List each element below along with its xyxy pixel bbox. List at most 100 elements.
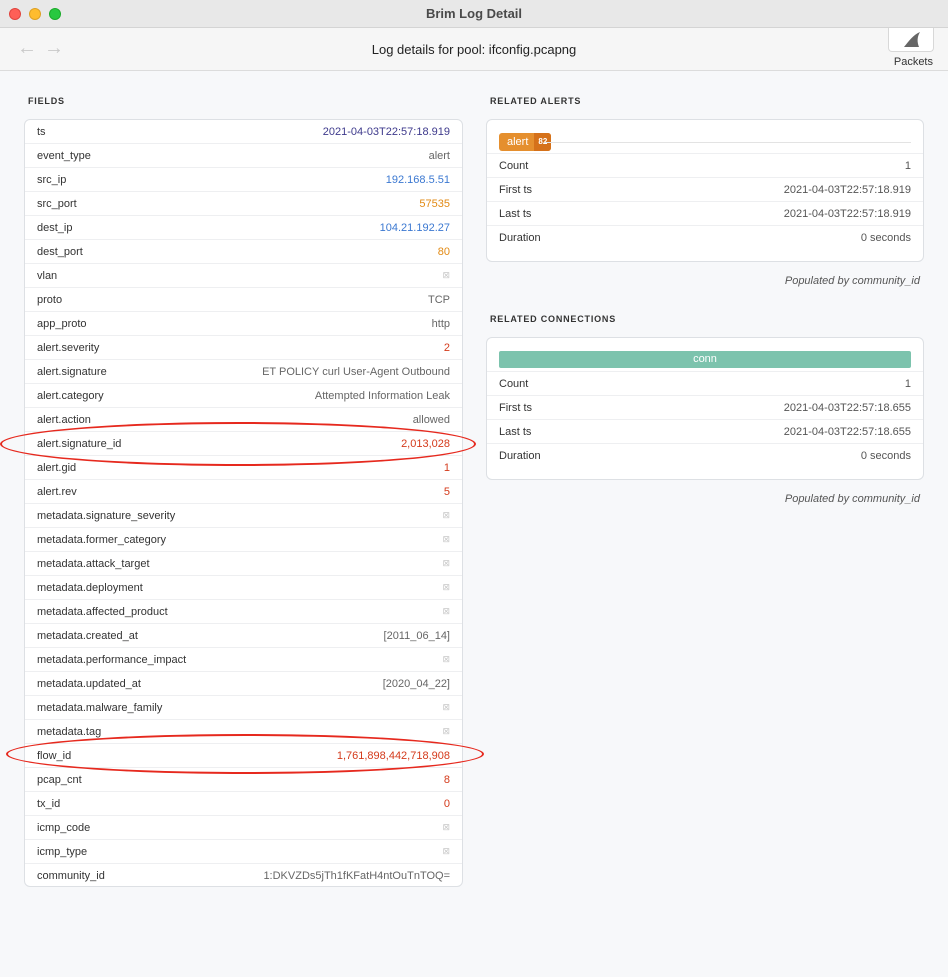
null-value-icon: ⊠ [442, 270, 450, 280]
field-name: metadata.malware_family [37, 701, 163, 714]
conn-stat-row: Last ts 2021-04-03T22:57:18.655 [487, 420, 923, 444]
field-name: metadata.created_at [37, 629, 138, 642]
field-name: metadata.updated_at [37, 677, 141, 690]
field-row-pcap-cnt[interactable]: pcap_cnt 8 [25, 768, 462, 792]
conn-tag-row: conn [487, 338, 923, 372]
field-row-alert-severity[interactable]: alert.severity 2 [25, 336, 462, 360]
field-name: alert.severity [37, 341, 100, 354]
alert-timeline-line [545, 142, 911, 143]
field-value: alert [428, 149, 450, 162]
null-value-icon: ⊠ [442, 702, 450, 712]
null-value-icon: ⊠ [442, 582, 450, 592]
field-value: 104.21.192.27 [379, 221, 450, 234]
field-value: 192.168.5.51 [385, 173, 450, 186]
field-row-alert-signature[interactable]: alert.signature ET POLICY curl User-Agent… [25, 360, 462, 384]
alerts-populated-note: Populated by community_id [784, 275, 920, 287]
alert-badge-label: alert [507, 136, 529, 148]
field-value: 1 [443, 461, 450, 474]
stat-value: 0 seconds [860, 232, 911, 244]
field-row-src-port[interactable]: src_port 57535 [25, 192, 462, 216]
conn-bar[interactable]: conn [499, 351, 911, 368]
stat-label: Duration [499, 450, 541, 462]
field-name: event_type [37, 149, 91, 162]
packets-label: Packets [893, 56, 933, 68]
field-row-app-proto[interactable]: app_proto http [25, 312, 462, 336]
stat-value: 0 seconds [860, 450, 911, 462]
alert-badge[interactable]: alert 82 [499, 133, 552, 151]
field-name: pcap_cnt [37, 773, 82, 786]
field-row-flow-id[interactable]: flow_id 1,761,898,442,718,908 [25, 744, 462, 768]
packets-button[interactable] [888, 28, 934, 52]
field-name: alert.action [37, 413, 91, 426]
field-name: metadata.tag [37, 725, 102, 738]
null-value-icon: ⊠ [442, 558, 450, 568]
field-name: app_proto [37, 317, 87, 330]
field-row-src-ip[interactable]: src_ip 192.168.5.51 [25, 168, 462, 192]
null-value-icon: ⊠ [442, 510, 450, 520]
field-value: [2011_06_14] [383, 629, 450, 642]
null-value-icon: ⊠ [442, 726, 450, 736]
window-title: Brim Log Detail [425, 6, 523, 21]
field-row-ts[interactable]: ts 2021-04-03T22:57:18.919 [25, 120, 462, 144]
field-row-dest-ip[interactable]: dest_ip 104.21.192.27 [25, 216, 462, 240]
field-row-metadata-tag[interactable]: metadata.tag ⊠ [25, 720, 462, 744]
field-row-vlan[interactable]: vlan ⊠ [25, 264, 462, 288]
field-value: Attempted Information Leak [314, 389, 450, 402]
field-row-alert-rev[interactable]: alert.rev 5 [25, 480, 462, 504]
field-row-community-id[interactable]: community_id 1:DKVZDs5jTh1fKFatH4ntOuTnTO… [25, 864, 462, 886]
stat-value: 2021-04-03T22:57:18.919 [783, 207, 911, 220]
field-row-metadata-deployment[interactable]: metadata.deployment ⊠ [25, 576, 462, 600]
field-value: [2020_04_22] [382, 677, 450, 690]
null-value-icon: ⊠ [442, 846, 450, 856]
field-name: alert.rev [37, 485, 77, 498]
window-titlebar: Brim Log Detail [0, 0, 948, 28]
field-value: ET POLICY curl User-Agent Outbound [262, 365, 450, 378]
field-row-metadata-created-at[interactable]: metadata.created_at [2011_06_14] [25, 624, 462, 648]
alert-stat-row: First ts 2021-04-03T22:57:18.919 [487, 178, 923, 202]
field-name: ts [37, 125, 46, 138]
fields-heading: FIELDS [28, 96, 65, 106]
field-row-metadata-malware-family[interactable]: metadata.malware_family ⊠ [25, 696, 462, 720]
field-row-metadata-performance-impact[interactable]: metadata.performance_impact ⊠ [25, 648, 462, 672]
field-row-metadata-affected-product[interactable]: metadata.affected_product ⊠ [25, 600, 462, 624]
field-name: alert.signature_id [37, 437, 122, 450]
field-value: 57535 [419, 197, 450, 210]
field-row-dest-port[interactable]: dest_port 80 [25, 240, 462, 264]
field-row-event-type[interactable]: event_type alert [25, 144, 462, 168]
field-value: 2,013,028 [401, 437, 450, 450]
field-name: proto [37, 293, 63, 306]
alert-tag-row: alert 82 [487, 120, 923, 154]
field-value: http [431, 317, 450, 330]
stat-label: First ts [499, 183, 532, 196]
conn-stat-row: Count 1 [487, 372, 923, 396]
stat-label: First ts [499, 401, 532, 414]
stat-value: 2021-04-03T22:57:18.655 [783, 401, 911, 414]
field-row-icmp-type[interactable]: icmp_type ⊠ [25, 840, 462, 864]
field-row-metadata-signature-severity[interactable]: metadata.signature_severity ⊠ [25, 504, 462, 528]
field-row-alert-action[interactable]: alert.action allowed [25, 408, 462, 432]
alert-stat-row: Duration 0 seconds [487, 226, 923, 250]
field-row-icmp-code[interactable]: icmp_code ⊠ [25, 816, 462, 840]
field-row-alert-category[interactable]: alert.category Attempted Information Leak [25, 384, 462, 408]
field-row-alert-gid[interactable]: alert.gid 1 [25, 456, 462, 480]
field-row-metadata-former-category[interactable]: metadata.former_category ⊠ [25, 528, 462, 552]
related-alerts-heading: RELATED ALERTS [490, 96, 582, 106]
field-row-tx-id[interactable]: tx_id 0 [25, 792, 462, 816]
field-row-metadata-updated-at[interactable]: metadata.updated_at [2020_04_22] [25, 672, 462, 696]
field-value: 2021-04-03T22:57:18.919 [322, 125, 450, 138]
field-row-metadata-attack-target[interactable]: metadata.attack_target ⊠ [25, 552, 462, 576]
field-name: dest_ip [37, 221, 73, 234]
field-name: flow_id [37, 749, 72, 762]
page-title: Log details for pool: ifconfig.pcapng [371, 42, 577, 57]
field-value: 80 [437, 245, 450, 258]
stat-value: 1 [904, 159, 911, 172]
alert-stat-row: Last ts 2021-04-03T22:57:18.919 [487, 202, 923, 226]
field-name: dest_port [37, 245, 83, 258]
null-value-icon: ⊠ [442, 606, 450, 616]
field-value: 1:DKVZDs5jTh1fKFatH4ntOuTnTOQ= [263, 870, 450, 882]
field-name: tx_id [37, 797, 61, 810]
field-row-proto[interactable]: proto TCP [25, 288, 462, 312]
stat-label: Count [499, 159, 529, 172]
conn-stat-row: Duration 0 seconds [487, 444, 923, 468]
field-row-alert-signature-id[interactable]: alert.signature_id 2,013,028 [25, 432, 462, 456]
